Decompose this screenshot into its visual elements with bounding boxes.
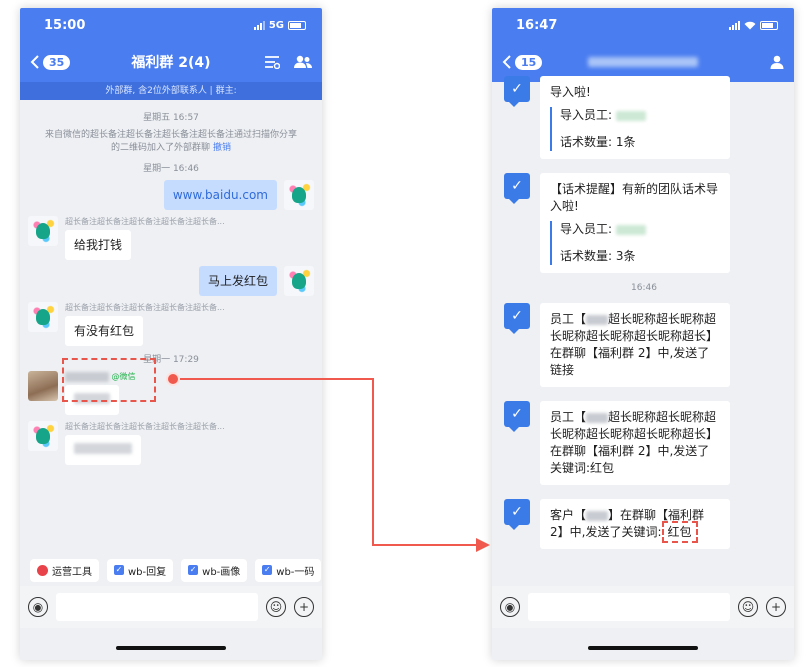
- connector-arrow: [180, 378, 490, 552]
